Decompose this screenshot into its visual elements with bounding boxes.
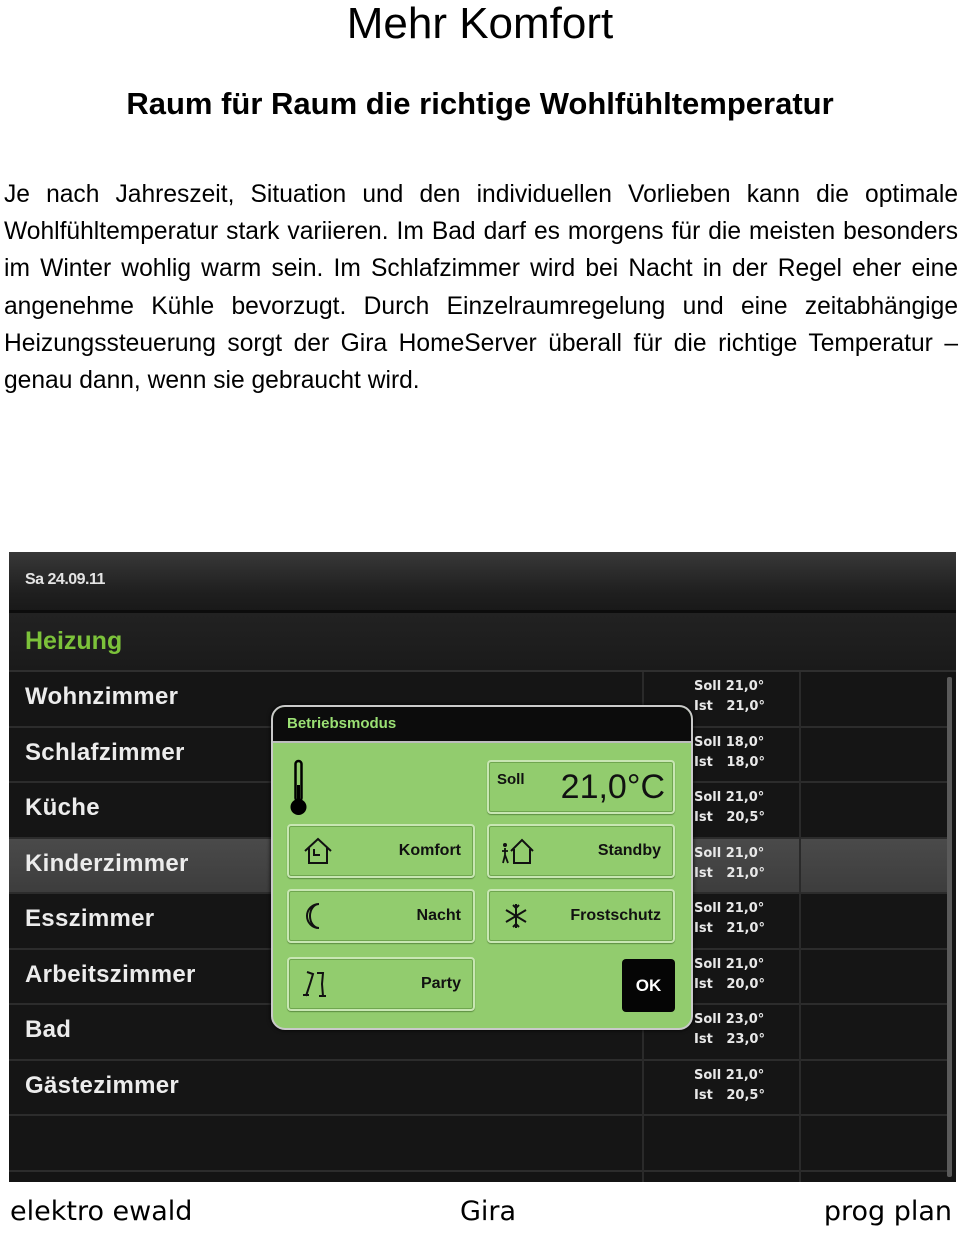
room-temperatures: Soll 21,0° Ist 20,5° [694, 1066, 765, 1106]
date-label: Sa 24.09.11 [25, 571, 105, 588]
room-name: Arbeitszimmer [25, 960, 196, 988]
person-house-icon [502, 838, 534, 864]
document-title: Mehr Komfort [346, 0, 614, 48]
ist-temp: Ist 23,0° [694, 1032, 765, 1047]
thermometer-icon [290, 759, 307, 815]
section-header: Heizung [9, 613, 956, 672]
room-temperatures: Soll 21,0° Ist 20,0° [694, 955, 765, 995]
setpoint-value: 21,0°C [560, 768, 665, 806]
operating-mode-dialog: Betriebsmodus Soll 21,0°C Komfort Standb [271, 705, 693, 1030]
document-body: Je nach Jahreszeit, Situation und den in… [4, 181, 958, 395]
room-temperatures: Soll 23,0° Ist 23,0° [694, 1010, 765, 1050]
mode-standby-button[interactable]: Standby [487, 824, 675, 878]
room-temperatures: Soll 21,0° Ist 21,0° [694, 677, 765, 717]
room-name: Schlafzimmer [25, 738, 185, 766]
room-row-gaestezimmer[interactable]: Gästezimmer Soll 21,0° Ist 20,5° [9, 1060, 947, 1116]
mode-komfort-button[interactable]: Komfort [287, 824, 475, 878]
mode-label: Party [420, 975, 461, 992]
setpoint-display[interactable]: Soll 21,0°C [487, 760, 675, 814]
soll-temp: Soll 21,0° [694, 845, 765, 861]
heating-control-screen: Sa 24.09.11 Heizung Wohnzimmer Soll 21,0… [9, 552, 956, 1182]
soll-temp: Soll 21,0° [694, 956, 765, 972]
mode-frostschutz-button[interactable]: Frostschutz [487, 889, 675, 943]
soll-temp: Soll 23,0° [694, 1012, 765, 1027]
snowflake-icon [505, 904, 527, 928]
mode-label: Standby [597, 842, 661, 859]
room-name: Wohnzimmer [25, 683, 179, 710]
room-name: Küche [25, 794, 100, 821]
column-divider [799, 672, 801, 1182]
room-name: Esszimmer [25, 905, 155, 932]
section-title: Heizung [25, 627, 123, 655]
soll-temp: Soll 21,0° [694, 901, 765, 916]
ist-temp: Ist 21,0° [694, 921, 765, 936]
footer-right: prog plan [823, 1196, 952, 1227]
mode-label: Komfort [398, 842, 461, 859]
dialog-header: Betriebsmodus [273, 707, 691, 743]
soll-temp: Soll 21,0° [694, 1067, 765, 1083]
room-name: Gästezimmer [25, 1071, 180, 1099]
ist-temp: Ist 20,5° [694, 1087, 765, 1103]
mode-nacht-button[interactable]: Nacht [287, 889, 475, 943]
status-bar: Sa 24.09.11 [9, 552, 956, 613]
document-subtitle: Raum für Raum die richtige Wohlfühltempe… [126, 86, 834, 121]
ist-temp: Ist 21,0° [694, 865, 765, 881]
room-name: Bad [25, 1016, 72, 1043]
setpoint-label: Soll [497, 771, 525, 788]
scrollbar[interactable] [947, 677, 952, 1177]
mode-label: Frostschutz [570, 907, 661, 924]
champagne-glasses-icon [303, 971, 326, 997]
footer-left: elektro ewald [10, 1196, 193, 1227]
room-temperatures: Soll 21,0° Ist 21,0° [694, 844, 765, 884]
house-clock-icon [304, 837, 332, 864]
dialog-title: Betriebsmodus [287, 715, 397, 732]
footer-center: Gira [460, 1196, 517, 1227]
room-temperatures: Soll 21,0° Ist 21,0° [694, 899, 765, 939]
ok-button[interactable]: OK [622, 959, 675, 1012]
room-name: Kinderzimmer [25, 849, 189, 877]
mode-party-button[interactable]: Party [287, 957, 475, 1011]
ist-temp: Ist 20,0° [694, 976, 765, 992]
room-temperatures: Soll 21,0° Ist 20,5° [694, 788, 765, 828]
ist-temp: Ist 21,0° [694, 699, 765, 714]
ist-temp: Ist 20,5° [694, 810, 765, 825]
mode-label: Nacht [416, 907, 461, 924]
moon-icon [306, 903, 320, 929]
room-temperatures: Soll 18,0° Ist 18,0° [694, 733, 765, 773]
ist-temp: Ist 18,0° [694, 754, 765, 770]
soll-temp: Soll 21,0° [694, 790, 765, 805]
room-row-empty [9, 1116, 947, 1172]
soll-temp: Soll 18,0° [694, 734, 765, 750]
soll-temp: Soll 21,0° [694, 679, 765, 694]
